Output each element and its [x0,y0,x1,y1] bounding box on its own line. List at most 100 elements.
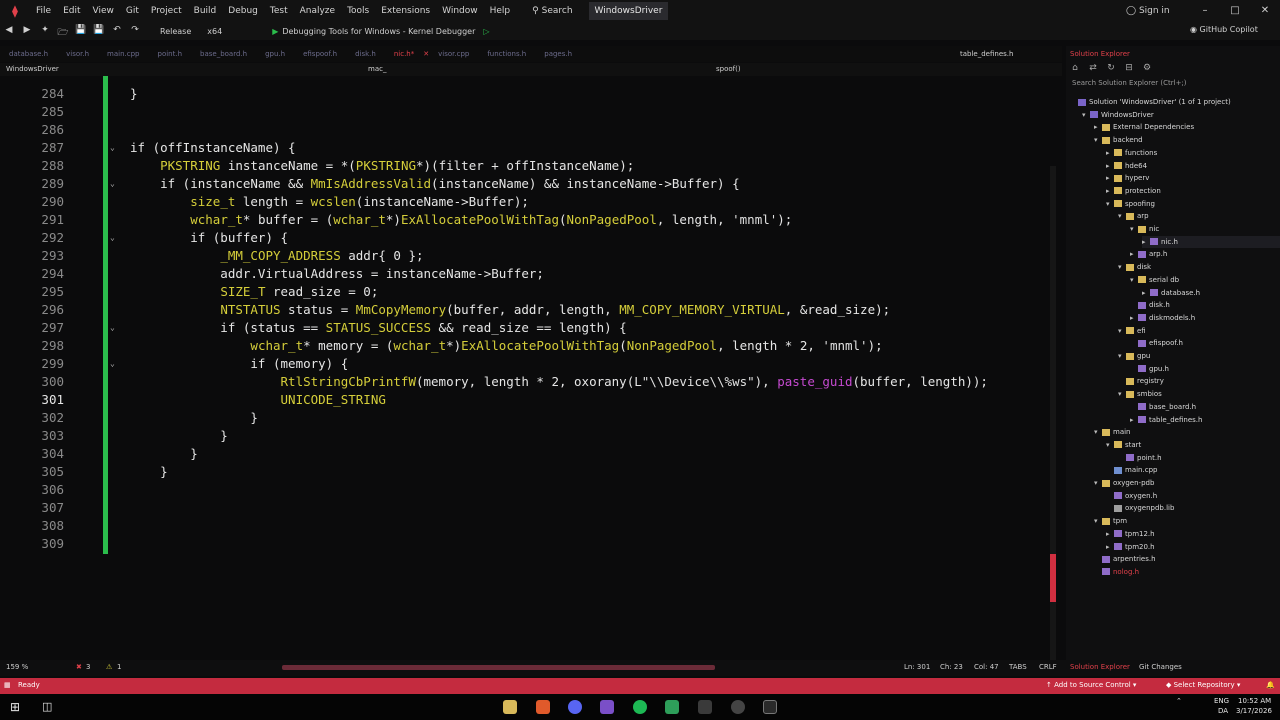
tree-item[interactable]: Solution 'WindowsDriver' (1 of 1 project… [1070,96,1280,108]
code-line[interactable]: wchar_t* buffer = (wchar_t*)ExAllocatePo… [130,212,792,227]
tab-table-defines[interactable]: table_defines.h [960,46,1013,62]
expand-toggle-icon[interactable]: ▸ [1130,414,1138,426]
code-line[interactable]: if (instanceName && MmIsAddressValid(ins… [130,176,740,191]
menu-item-analyze[interactable]: Analyze [294,0,341,22]
fold-toggle-icon[interactable]: ⌄ [110,179,115,188]
code-line[interactable]: } [130,446,198,461]
close-icon[interactable]: ✕ [1250,0,1280,22]
debugger-dropdown[interactable]: Debugging Tools for Windows - Kernel Deb… [282,27,475,36]
expand-toggle-icon[interactable]: ▸ [1130,312,1138,324]
sign-in-button[interactable]: ◯ Sign in [1126,0,1170,22]
code-line[interactable]: RtlStringCbPrintfW(memory, length * 2, o… [130,374,988,389]
tree-item[interactable]: ▾ WindowsDriver [1082,109,1280,121]
tab-point-h[interactable]: point.h [149,46,192,62]
tree-item[interactable]: main.cpp [1106,464,1280,476]
notepad-icon[interactable] [665,700,679,714]
expand-toggle-icon[interactable]: ▾ [1082,109,1090,121]
tab-main-cpp[interactable]: main.cpp [98,46,148,62]
fold-toggle-icon[interactable]: ⌄ [110,233,115,242]
project-dropdown[interactable]: WindowsDriver [6,63,59,76]
tree-item[interactable]: ▸ nic.h [1142,235,1280,248]
new-item-icon[interactable]: ✦ [38,25,52,37]
fold-toggle-icon[interactable]: ⌄ [110,359,115,368]
tree-item[interactable]: ▾ tpm [1094,515,1280,527]
expand-toggle-icon[interactable]: ▾ [1118,210,1126,222]
clock-time[interactable]: 10:52 AM [1238,697,1271,705]
code-line[interactable]: wchar_t* memory = (wchar_t*)ExAllocatePo… [130,338,882,353]
tree-item[interactable]: ▸ arp.h [1130,248,1280,260]
menu-item-project[interactable]: Project [145,0,188,22]
expand-toggle-icon[interactable]: ▸ [1106,160,1114,172]
tree-item[interactable]: efispoof.h [1130,337,1280,349]
code-line[interactable]: } [130,464,168,479]
tree-item[interactable]: ▾ start [1106,439,1280,451]
tab-disk-h[interactable]: disk.h [346,46,385,62]
code-line[interactable]: _MM_COPY_ADDRESS addr{ 0 }; [130,248,423,263]
language-indicator-1[interactable]: ENG [1214,697,1229,705]
github-copilot-button[interactable]: ◉ GitHub Copilot [1190,25,1258,34]
clock-date[interactable]: 3/17/2026 [1236,707,1272,715]
expand-toggle-icon[interactable]: ▸ [1130,248,1138,260]
menu-item-debug[interactable]: Debug [222,0,264,22]
warning-icon[interactable]: ⚠ [106,663,112,671]
task-view-icon[interactable]: ◫ [42,700,52,713]
forward-icon[interactable]: ▶ [20,25,34,37]
expand-toggle-icon[interactable]: ▸ [1106,528,1114,540]
tab-efispoof-h[interactable]: efispoof.h [294,46,346,62]
code-line[interactable]: SIZE_T read_size = 0; [130,284,378,299]
chatgpt-icon[interactable] [731,700,745,714]
tree-item[interactable]: base_board.h [1130,401,1280,413]
undo-icon[interactable]: ↶ [110,25,124,37]
brave-browser-icon[interactable] [536,700,550,714]
tree-item[interactable]: ▸ protection [1106,185,1280,197]
menu-item-file[interactable]: File [30,0,57,22]
fold-toggle-icon[interactable]: ⌄ [110,323,115,332]
tabs-indicator[interactable]: TABS [1009,663,1027,671]
visual-studio-icon[interactable] [600,700,614,714]
tree-item[interactable]: point.h [1118,452,1280,464]
function-dropdown[interactable]: spoof() [716,63,741,76]
tree-item[interactable]: gpu.h [1130,363,1280,375]
tree-item[interactable]: registry [1118,375,1280,387]
tree-item[interactable]: disk.h [1130,299,1280,311]
menu-item-build[interactable]: Build [188,0,223,22]
code-editor[interactable]: 284} 285 286 287 ⌄ if (offInstanceName) {288 … [0,76,1062,660]
menu-item-git[interactable]: Git [120,0,145,22]
open-icon[interactable]: 🗁 [56,25,70,38]
expand-toggle-icon[interactable]: ▸ [1106,541,1114,553]
tab-functions-h[interactable]: functions.h [478,46,535,62]
code-line[interactable]: } [130,428,228,443]
menu-item-test[interactable]: Test [264,0,294,22]
settings-icon[interactable]: ⚙ [1140,63,1154,75]
spotify-icon[interactable] [633,700,647,714]
start-without-debug-icon[interactable]: ▷ [483,27,489,36]
horizontal-scrollbar[interactable] [282,665,715,670]
code-line[interactable]: if (buffer) { [130,230,288,245]
back-icon[interactable]: ◀ [2,25,16,37]
code-line[interactable]: size_t length = wcslen(instanceName->Buf… [130,194,529,209]
expand-toggle-icon[interactable]: ▾ [1094,515,1102,527]
redo-icon[interactable]: ↷ [128,25,142,37]
add-to-source-control-button[interactable]: ↑ Add to Source Control ▾ [1046,681,1136,689]
tree-item[interactable]: ▸ External Dependencies [1094,121,1280,133]
tree-item[interactable]: oxygenpdb.lib [1106,502,1280,514]
expand-toggle-icon[interactable]: ▾ [1130,274,1138,286]
solution-explorer-search[interactable]: Search Solution Explorer (Ctrl+;) [1066,76,1280,90]
code-line[interactable]: } [130,86,138,101]
code-line[interactable]: UNICODE_STRING [130,392,386,407]
tree-item[interactable]: oxygen.h [1106,490,1280,502]
tree-item[interactable]: ▸ database.h [1142,287,1280,299]
fold-toggle-icon[interactable]: ⌄ [110,143,115,152]
code-line[interactable]: NTSTATUS status = MmCopyMemory(buffer, a… [130,302,890,317]
tree-item[interactable]: ▾ spoofing [1106,198,1280,210]
tree-item[interactable]: arpentries.h [1094,553,1280,565]
expand-toggle-icon[interactable]: ▾ [1094,134,1102,146]
expand-toggle-icon[interactable]: ▾ [1118,325,1126,337]
expand-toggle-icon[interactable]: ▾ [1130,223,1138,235]
platform-dropdown[interactable]: x64 [207,27,222,36]
tray-chevron-icon[interactable]: ⌃ [1176,697,1182,705]
tab-base-board-h[interactable]: base_board.h [191,46,256,62]
expand-toggle-icon[interactable]: ▾ [1118,261,1126,273]
expand-toggle-icon[interactable]: ▾ [1118,350,1126,362]
tree-item[interactable]: ▾ serial db [1130,274,1280,286]
